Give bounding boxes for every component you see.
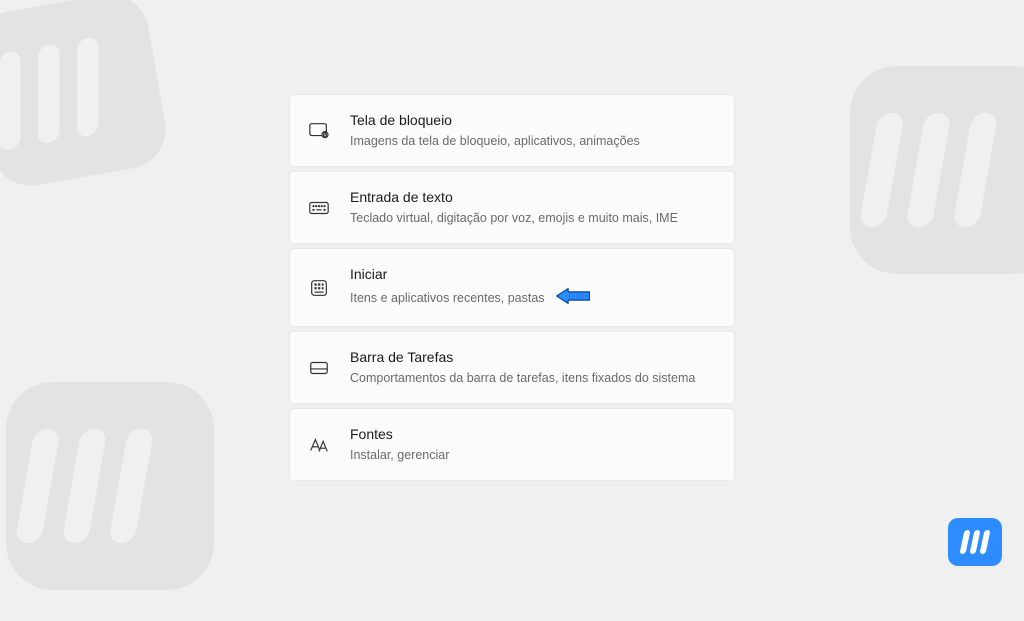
settings-item-text: Barra de Tarefas Comportamentos da barra…: [350, 348, 714, 387]
lock-screen-icon: [308, 120, 330, 142]
settings-personalization-list: Tela de bloqueio Imagens da tela de bloq…: [289, 94, 735, 485]
settings-item-start[interactable]: Iniciar Itens e aplicativos recentes, pa…: [289, 248, 735, 327]
fonts-icon: [308, 434, 330, 456]
brand-badge-icon: [948, 518, 1002, 566]
settings-item-taskbar[interactable]: Barra de Tarefas Comportamentos da barra…: [289, 331, 735, 404]
settings-item-text-input[interactable]: Entrada de texto Teclado virtual, digita…: [289, 171, 735, 244]
taskbar-icon: [308, 357, 330, 379]
settings-item-desc: Comportamentos da barra de tarefas, iten…: [350, 370, 714, 388]
settings-item-text: Fontes Instalar, gerenciar: [350, 425, 714, 464]
watermark-icon: [0, 356, 240, 616]
settings-item-title: Fontes: [350, 425, 714, 445]
settings-item-fonts[interactable]: Fontes Instalar, gerenciar: [289, 408, 735, 481]
settings-item-title: Tela de bloqueio: [350, 111, 714, 131]
settings-item-title: Entrada de texto: [350, 188, 714, 208]
settings-item-desc: Instalar, gerenciar: [350, 447, 714, 465]
watermark-icon: [0, 0, 197, 217]
settings-item-title: Barra de Tarefas: [350, 348, 714, 368]
settings-item-desc: Teclado virtual, digitação por voz, emoj…: [350, 210, 714, 228]
settings-item-title: Iniciar: [350, 265, 714, 285]
watermark-icon: [824, 40, 1024, 300]
start-menu-icon: [308, 277, 330, 299]
settings-item-text: Iniciar Itens e aplicativos recentes, pa…: [350, 265, 714, 310]
settings-item-desc: Imagens da tela de bloqueio, aplicativos…: [350, 133, 714, 151]
arrow-left-annotation-icon: [554, 287, 592, 311]
settings-item-lock-screen[interactable]: Tela de bloqueio Imagens da tela de bloq…: [289, 94, 735, 167]
settings-item-desc-text: Itens e aplicativos recentes, pastas: [350, 291, 545, 305]
settings-item-text: Entrada de texto Teclado virtual, digita…: [350, 188, 714, 227]
settings-item-text: Tela de bloqueio Imagens da tela de bloq…: [350, 111, 714, 150]
keyboard-icon: [308, 197, 330, 219]
settings-item-desc: Itens e aplicativos recentes, pastas: [350, 287, 714, 311]
